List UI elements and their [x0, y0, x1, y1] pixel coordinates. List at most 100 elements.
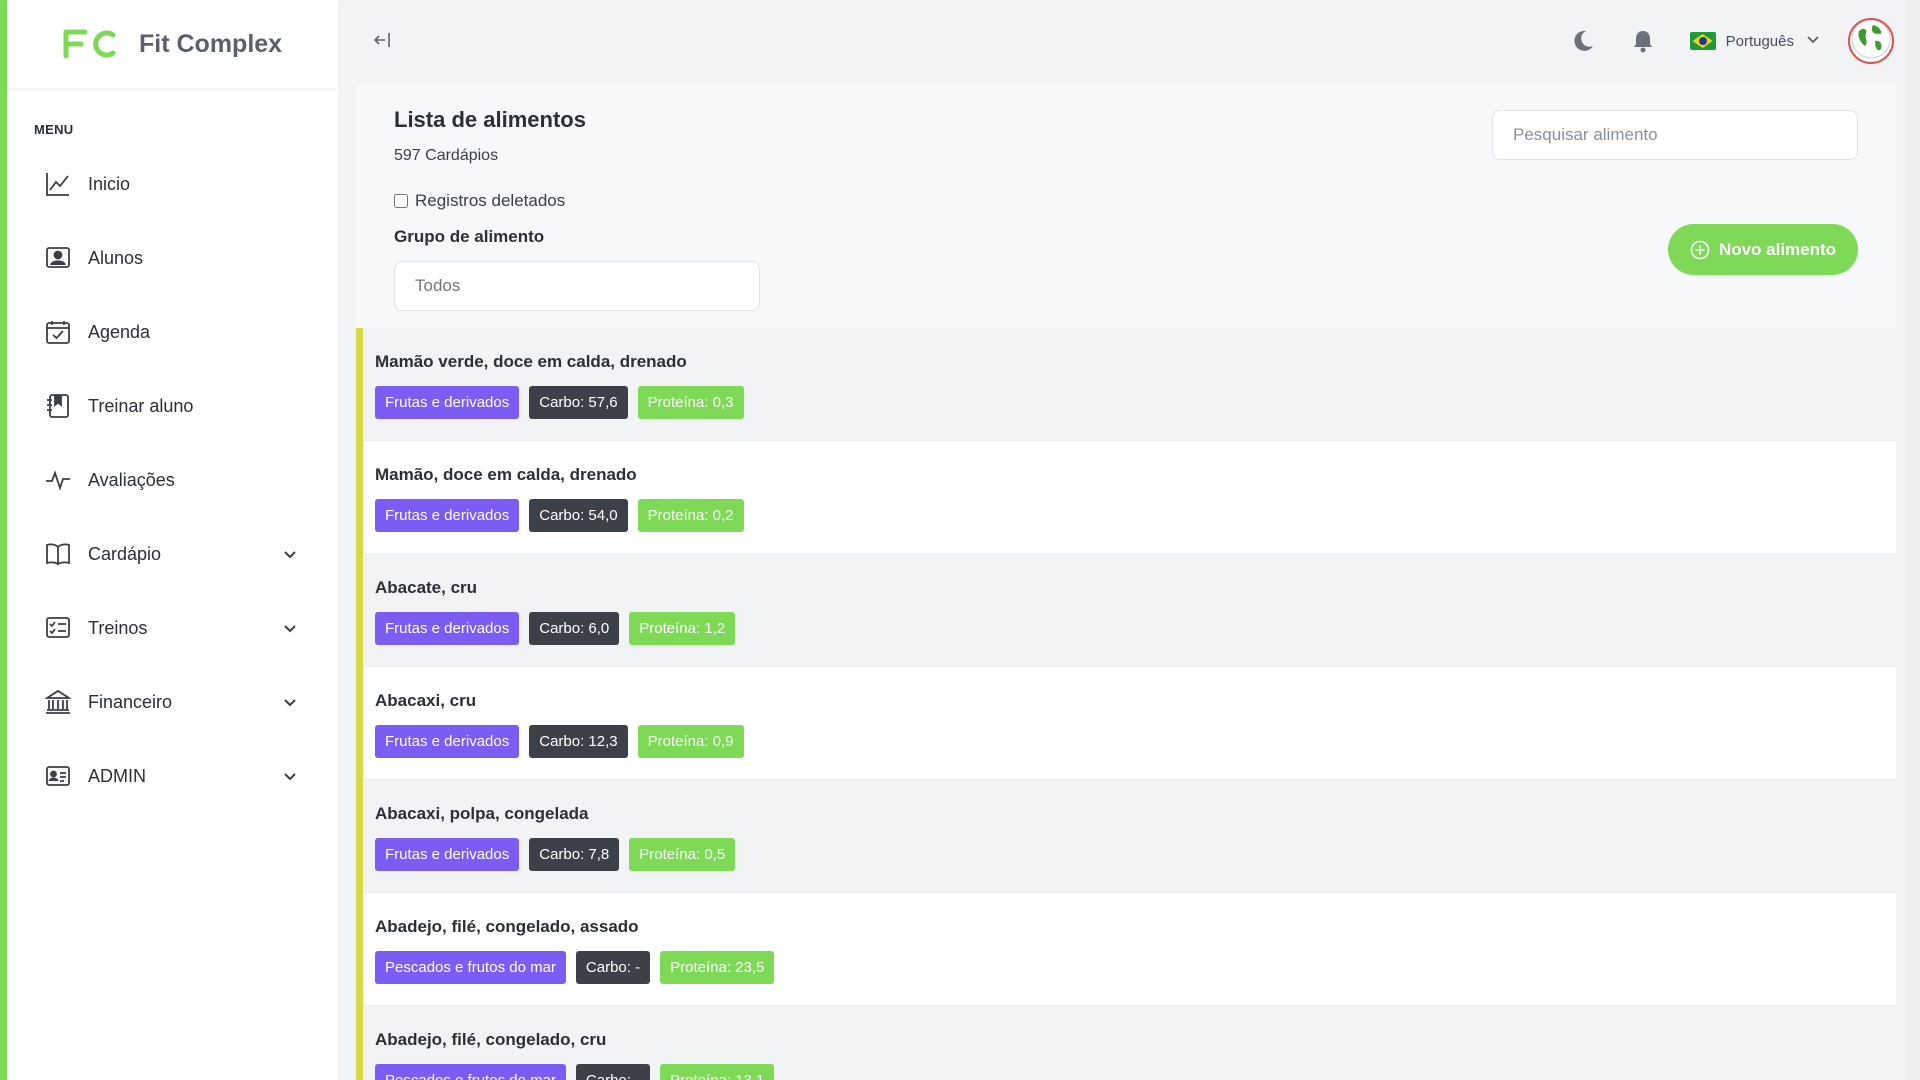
journal-bookmark-icon: [44, 392, 72, 420]
carb-badge: Carbo: 7,8: [529, 838, 620, 871]
book-open-icon: [44, 540, 72, 568]
carb-badge: Carbo: 54,0: [529, 499, 628, 532]
sidebar-item-alunos[interactable]: Alunos: [7, 221, 338, 295]
food-group-badge: Frutas e derivados: [375, 386, 520, 419]
protein-badge: Proteína: 0,2: [637, 499, 744, 532]
food-badges: Pescados e frutos do mar Carbo: - Proteí…: [375, 951, 1896, 984]
sidebar-item-label: Inicio: [88, 173, 131, 194]
food-badges: Frutas e derivados Carbo: 7,8 Proteína: …: [375, 838, 1896, 871]
list-item[interactable]: Abadejo, filé, congelado, cru Pescados e…: [363, 1006, 1896, 1080]
brazil-flag-icon: [1689, 32, 1716, 50]
sidebar-item-label: Agenda: [88, 321, 151, 342]
sidebar-item-cardapio[interactable]: Cardápio: [7, 517, 338, 591]
protein-badge: Proteína: 0,9: [637, 725, 744, 758]
deleted-records-label: Registros deletados: [415, 191, 566, 210]
page-scrollbar[interactable]: [1906, 0, 1920, 1080]
deleted-records-toggle[interactable]: Registros deletados: [394, 191, 565, 211]
topbar: Português: [338, 0, 1920, 82]
food-group-badge: Pescados e frutos do mar: [375, 1064, 566, 1080]
person-card-icon: [44, 244, 72, 272]
food-badges: Frutas e derivados Carbo: 57,6 Proteína:…: [375, 386, 1896, 419]
pulse-icon: [44, 466, 72, 494]
protein-badge: Proteína: 0,3: [637, 386, 744, 419]
new-food-button-label: Novo alimento: [1718, 239, 1837, 259]
sidebar-item-label: Cardápio: [88, 543, 162, 564]
line-chart-icon: [44, 170, 72, 198]
food-group-badge: Frutas e derivados: [375, 838, 520, 871]
brand-name: Fit Complex: [139, 29, 283, 58]
sidebar-item-label: Treinos: [88, 617, 148, 638]
list-item[interactable]: Abadejo, filé, congelado, assado Pescado…: [363, 893, 1896, 1006]
food-group-badge: Pescados e frutos do mar: [375, 951, 566, 984]
brand-header[interactable]: Fit Complex: [7, 0, 338, 88]
protein-badge: Proteína: 13,1: [660, 1064, 775, 1080]
carb-badge: Carbo: -: [575, 1064, 651, 1080]
new-food-button[interactable]: Novo alimento: [1668, 224, 1858, 275]
chevron-down-icon[interactable]: [282, 694, 298, 710]
food-badges: Frutas e derivados Carbo: 12,3 Proteína:…: [375, 725, 1896, 758]
food-group-select[interactable]: [394, 261, 760, 311]
food-name: Abacate, cru: [375, 578, 478, 597]
food-group-badge: Frutas e derivados: [375, 725, 520, 758]
deleted-records-checkbox[interactable]: [394, 194, 408, 208]
food-list: Mamão verde, doce em calda, drenado Frut…: [356, 328, 1896, 1080]
sidebar-item-label: Alunos: [88, 247, 144, 268]
food-name: Abadejo, filé, congelado, assado: [375, 917, 639, 936]
food-name: Abacaxi, cru: [375, 691, 477, 710]
search-input[interactable]: [1492, 110, 1858, 160]
globe-avatar-icon: [1851, 20, 1891, 62]
plus-circle-icon: [1690, 240, 1710, 260]
avatar[interactable]: [1848, 18, 1894, 64]
list-item[interactable]: Abacaxi, cru Frutas e derivados Carbo: 1…: [363, 667, 1896, 780]
sidebar-item-treinar-aluno[interactable]: Treinar aluno: [7, 369, 338, 443]
chevron-down-icon[interactable]: [282, 620, 298, 636]
record-count: 597 Cardápios: [394, 147, 499, 164]
sidebar-menu: Inicio Alunos Agenda Treinar aluno Avali…: [7, 147, 338, 813]
food-group-badge: Frutas e derivados: [375, 612, 520, 645]
checklist-icon: [44, 614, 72, 642]
carb-badge: Carbo: -: [575, 951, 651, 984]
carb-badge: Carbo: 6,0: [529, 612, 620, 645]
calendar-check-icon: [44, 318, 72, 346]
sidebar-item-inicio[interactable]: Inicio: [7, 147, 338, 221]
sidebar-item-label: ADMIN: [88, 765, 146, 786]
sidebar: Fit Complex MENU Inicio Alunos Agenda Tr…: [0, 0, 338, 1080]
food-badges: Frutas e derivados Carbo: 6,0 Proteína: …: [375, 612, 1896, 645]
list-item[interactable]: Mamão, doce em calda, drenado Frutas e d…: [363, 441, 1896, 554]
bank-icon: [44, 688, 72, 716]
bell-icon[interactable]: [1630, 28, 1656, 54]
language-selector[interactable]: Português: [1689, 32, 1820, 51]
sidebar-item-label: Financeiro: [88, 691, 173, 712]
chevron-down-icon[interactable]: [282, 546, 298, 562]
food-name: Mamão, doce em calda, drenado: [375, 465, 637, 484]
menu-section-label: MENU: [34, 122, 74, 137]
panel-header: Lista de alimentos 597 Cardápios Registr…: [356, 85, 1896, 328]
language-label: Português: [1725, 32, 1794, 50]
collapse-left-icon[interactable]: [372, 29, 394, 51]
sidebar-item-avaliacoes[interactable]: Avaliações: [7, 443, 338, 517]
food-badges: Pescados e frutos do mar Carbo: - Proteí…: [375, 1064, 1896, 1080]
sidebar-item-treinos[interactable]: Treinos: [7, 591, 338, 665]
food-group-label: Grupo de alimento: [394, 227, 545, 246]
sidebar-item-agenda[interactable]: Agenda: [7, 295, 338, 369]
sidebar-item-financeiro[interactable]: Financeiro: [7, 665, 338, 739]
protein-badge: Proteína: 1,2: [629, 612, 736, 645]
food-name: Abadejo, filé, congelado, cru: [375, 1030, 607, 1049]
protein-badge: Proteína: 23,5: [660, 951, 775, 984]
page-title: Lista de alimentos: [394, 107, 586, 132]
carb-badge: Carbo: 57,6: [529, 386, 628, 419]
moon-icon[interactable]: [1570, 28, 1596, 54]
chevron-down-icon: [1806, 32, 1820, 51]
list-item[interactable]: Abacate, cru Frutas e derivados Carbo: 6…: [363, 554, 1896, 667]
list-item[interactable]: Abacaxi, polpa, congelada Frutas e deriv…: [363, 780, 1896, 893]
food-name: Abacaxi, polpa, congelada: [375, 804, 589, 823]
topbar-actions: Português: [1570, 18, 1894, 64]
sidebar-item-admin[interactable]: ADMIN: [7, 739, 338, 813]
list-item[interactable]: Mamão verde, doce em calda, drenado Frut…: [363, 328, 1896, 441]
food-group-badge: Frutas e derivados: [375, 499, 520, 532]
chevron-down-icon[interactable]: [282, 768, 298, 784]
id-card-icon: [44, 762, 72, 790]
sidebar-item-label: Treinar aluno: [88, 395, 194, 416]
fc-logo-icon: [63, 29, 117, 59]
sidebar-item-label: Avaliações: [88, 469, 175, 490]
